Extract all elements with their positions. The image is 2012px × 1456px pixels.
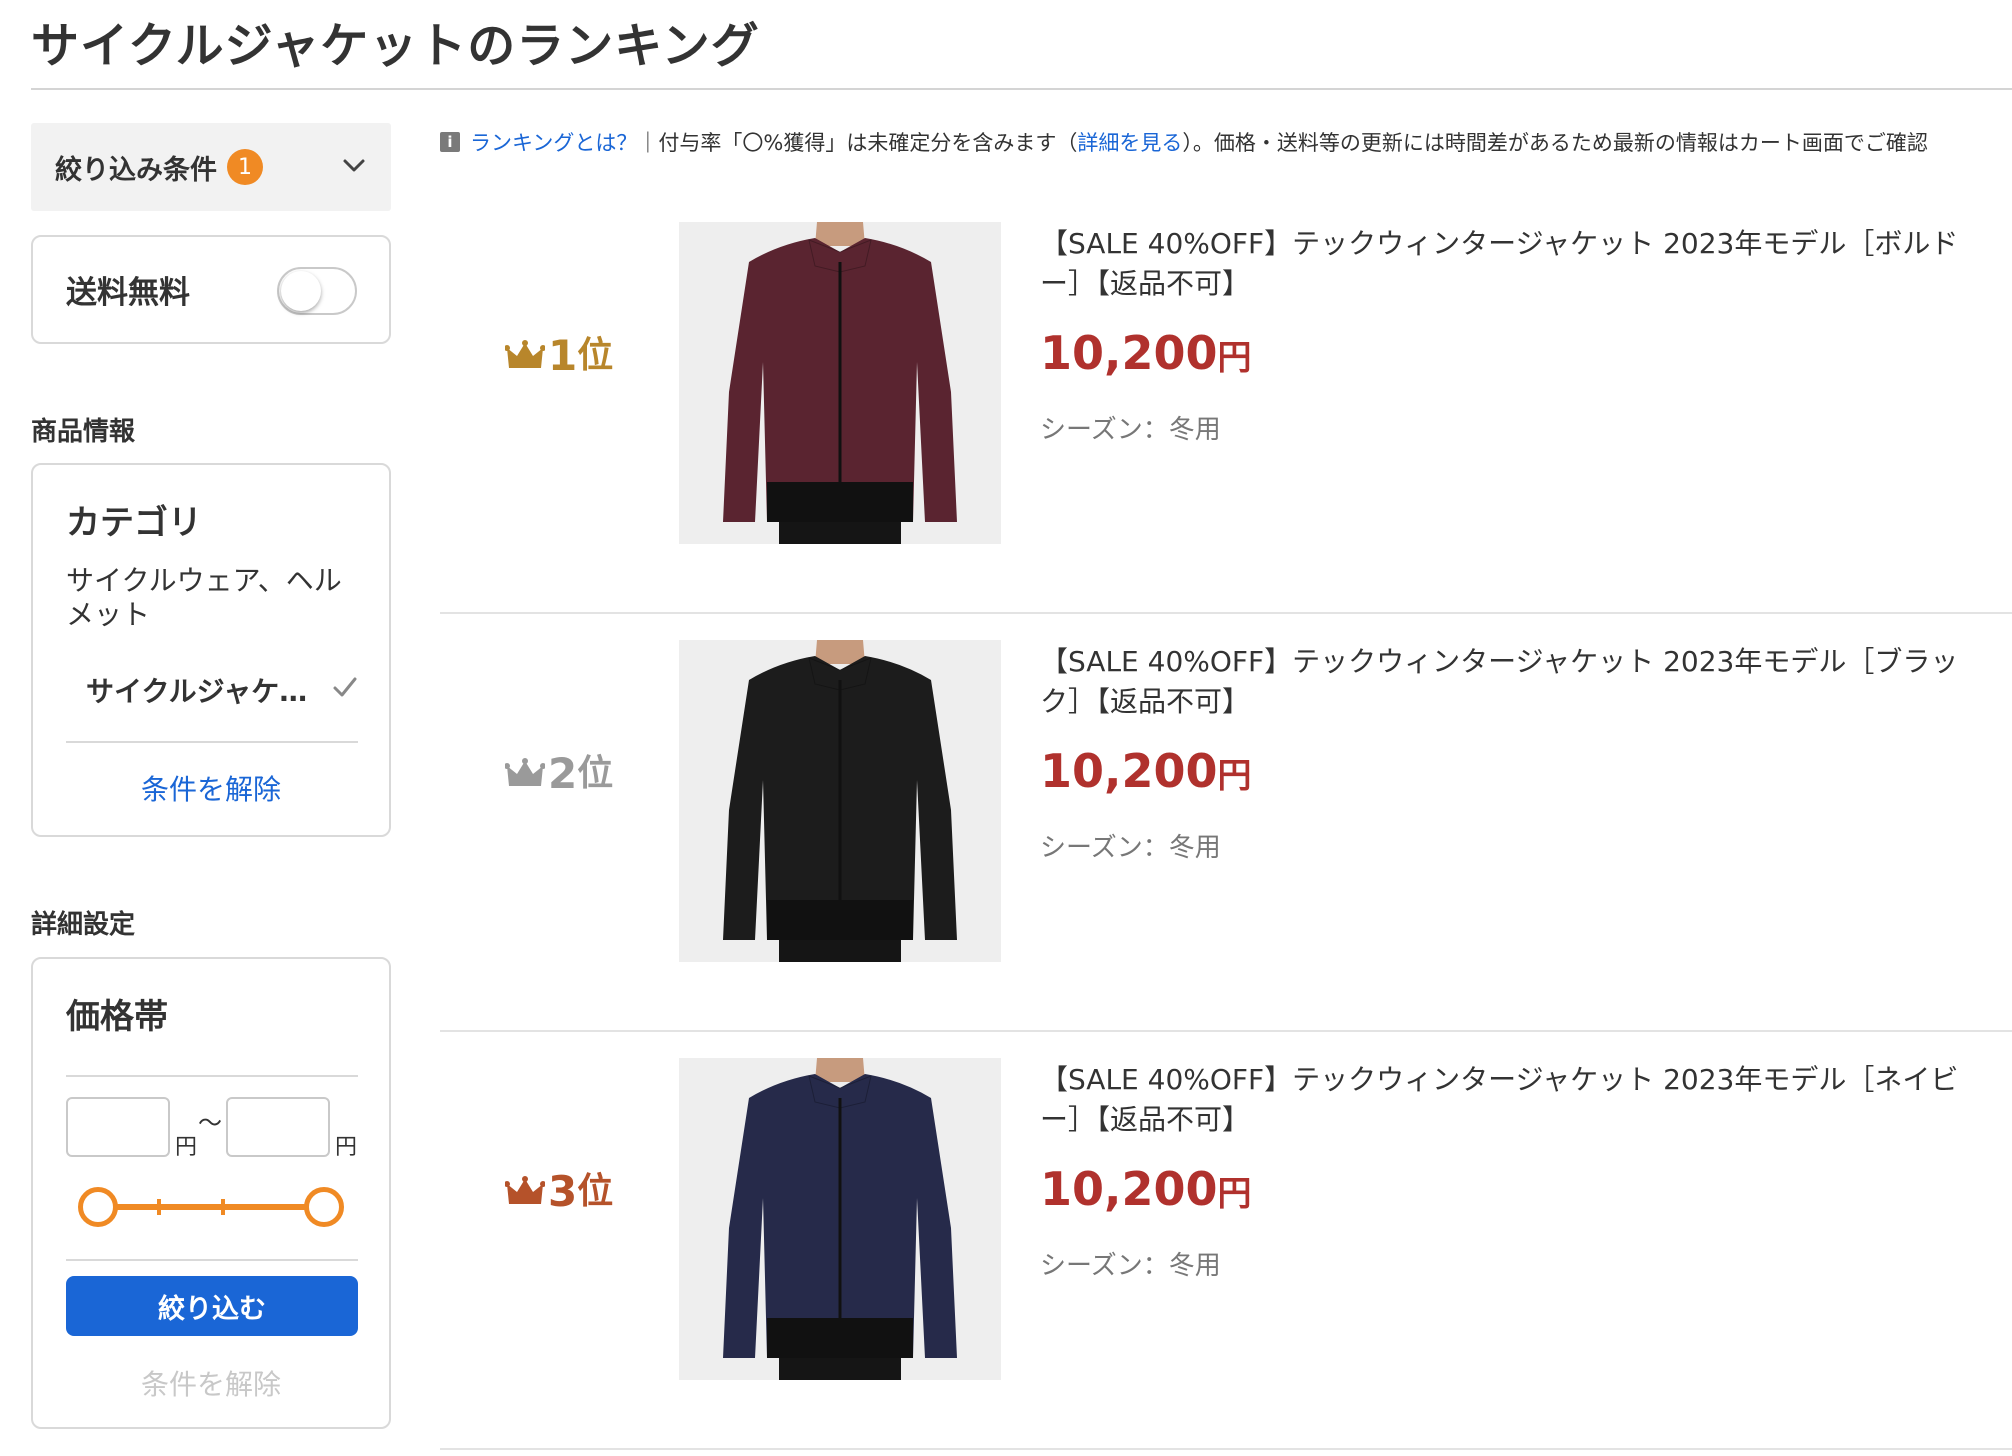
filter-count-badge: 1 bbox=[227, 149, 263, 185]
free-shipping-label: 送料無料 bbox=[66, 275, 190, 311]
ranking-item[interactable]: 1 位 【SALE 40%OFF】テックウィンタージャケット 2023年モデル［… bbox=[440, 196, 2012, 614]
rank-label: 3 位 bbox=[505, 1167, 625, 1217]
rank-suffix: 位 bbox=[577, 753, 614, 794]
price-range-card: 価格帯 円 〜 円 絞り込む 条件を解除 bbox=[31, 957, 391, 1429]
slider-min-handle[interactable] bbox=[78, 1187, 118, 1227]
crown-icon bbox=[505, 340, 545, 368]
price-range-title: 価格帯 bbox=[66, 997, 168, 1037]
product-title[interactable]: 【SALE 40%OFF】テックウィンタージャケット 2023年モデル［ネイビー… bbox=[1040, 1060, 1980, 1140]
check-icon bbox=[333, 677, 357, 697]
notice-text-2: ）。価格・送料等の更新には時間差があるため最新の情報はカート画面でご確認 bbox=[1182, 131, 1928, 155]
details-link[interactable]: 詳細を見る bbox=[1077, 127, 1182, 157]
product-season: シーズン：冬用 bbox=[1040, 415, 1221, 445]
product-price: 10,200円 bbox=[1040, 1162, 1252, 1216]
rank-number: 3 bbox=[548, 1167, 578, 1216]
category-selected[interactable]: サイクルジャケット bbox=[86, 670, 316, 710]
product-season: シーズン：冬用 bbox=[1040, 833, 1221, 863]
range-tilde: 〜 bbox=[198, 1109, 222, 1137]
category-clear-link[interactable]: 条件を解除 bbox=[33, 768, 389, 808]
rank-number: 1 bbox=[548, 331, 578, 380]
category-card: カテゴリ サイクルウェア、ヘルメット サイクルジャケット 条件を解除 bbox=[31, 463, 391, 837]
price-amount: 10,200 bbox=[1040, 744, 1218, 798]
price-amount: 10,200 bbox=[1040, 326, 1218, 380]
slider-max-handle[interactable] bbox=[304, 1187, 344, 1227]
price-unit: 円 bbox=[1217, 1174, 1252, 1214]
price-clear-link: 条件を解除 bbox=[140, 1368, 281, 1401]
crown-icon bbox=[505, 758, 545, 786]
product-info-heading: 商品情報 bbox=[31, 417, 136, 447]
what-is-ranking-link[interactable]: ランキングとは？ bbox=[470, 127, 637, 157]
toggle-knob bbox=[281, 271, 321, 311]
rank-label: 1 位 bbox=[505, 331, 625, 381]
min-yen-unit: 円 bbox=[175, 1135, 198, 1160]
rank-label: 2 位 bbox=[505, 749, 625, 799]
price-amount: 10,200 bbox=[1040, 1162, 1218, 1216]
price-slider-track[interactable] bbox=[95, 1204, 327, 1210]
price-divider-bottom bbox=[66, 1259, 358, 1261]
jacket-image bbox=[679, 640, 1001, 962]
jacket-image bbox=[679, 222, 1001, 544]
rank-suffix: 位 bbox=[577, 335, 614, 376]
filter-conditions-label: 絞り込み条件 bbox=[55, 154, 217, 186]
min-price-input[interactable] bbox=[66, 1097, 170, 1157]
product-season: シーズン：冬用 bbox=[1040, 1251, 1221, 1281]
filter-conditions-toggle[interactable]: 絞り込み条件 1 bbox=[31, 123, 391, 211]
info-icon: i bbox=[440, 132, 460, 152]
price-unit: 円 bbox=[1217, 756, 1252, 796]
category-parent-link[interactable]: サイクルウェア、ヘルメット bbox=[66, 564, 356, 632]
detail-settings-heading: 詳細設定 bbox=[31, 910, 136, 940]
title-divider bbox=[31, 88, 2012, 90]
slider-tick bbox=[157, 1199, 161, 1215]
category-divider bbox=[66, 741, 358, 743]
slider-tick bbox=[221, 1199, 225, 1215]
jacket-image bbox=[679, 1058, 1001, 1380]
category-title: カテゴリ bbox=[66, 503, 202, 543]
ranking-item[interactable]: 2 位 【SALE 40%OFF】テックウィンタージャケット 2023年モデル［… bbox=[440, 614, 2012, 1032]
free-shipping-toggle[interactable] bbox=[277, 267, 357, 315]
ranking-notice: i ランキングとは？ ｜付与率「〇%獲得」は未確定分を含みます（ 詳細を見る ）… bbox=[440, 127, 2012, 157]
rank-suffix: 位 bbox=[577, 1171, 614, 1212]
max-price-input[interactable] bbox=[226, 1097, 330, 1157]
product-image[interactable] bbox=[679, 640, 1001, 962]
row-divider bbox=[440, 1448, 2012, 1450]
max-yen-unit: 円 bbox=[335, 1135, 358, 1160]
product-title[interactable]: 【SALE 40%OFF】テックウィンタージャケット 2023年モデル［ボルドー… bbox=[1040, 224, 1980, 304]
price-unit: 円 bbox=[1217, 338, 1252, 378]
crown-icon bbox=[505, 1176, 545, 1204]
notice-text-1: ｜付与率「〇%獲得」は未確定分を含みます（ bbox=[637, 131, 1078, 155]
free-shipping-card: 送料無料 bbox=[31, 235, 391, 344]
product-title[interactable]: 【SALE 40%OFF】テックウィンタージャケット 2023年モデル［ブラック… bbox=[1040, 642, 1980, 722]
rank-number: 2 bbox=[548, 749, 578, 798]
ranking-item[interactable]: 3 位 【SALE 40%OFF】テックウィンタージャケット 2023年モデル［… bbox=[440, 1032, 2012, 1450]
product-price: 10,200円 bbox=[1040, 744, 1252, 798]
page-title: サイクルジャケットのランキング bbox=[31, 18, 760, 74]
product-image[interactable] bbox=[679, 1058, 1001, 1380]
chevron-down-icon bbox=[343, 159, 365, 172]
product-image[interactable] bbox=[679, 222, 1001, 544]
apply-filter-button[interactable]: 絞り込む bbox=[66, 1276, 358, 1336]
price-divider-top bbox=[66, 1075, 358, 1077]
product-price: 10,200円 bbox=[1040, 326, 1252, 380]
